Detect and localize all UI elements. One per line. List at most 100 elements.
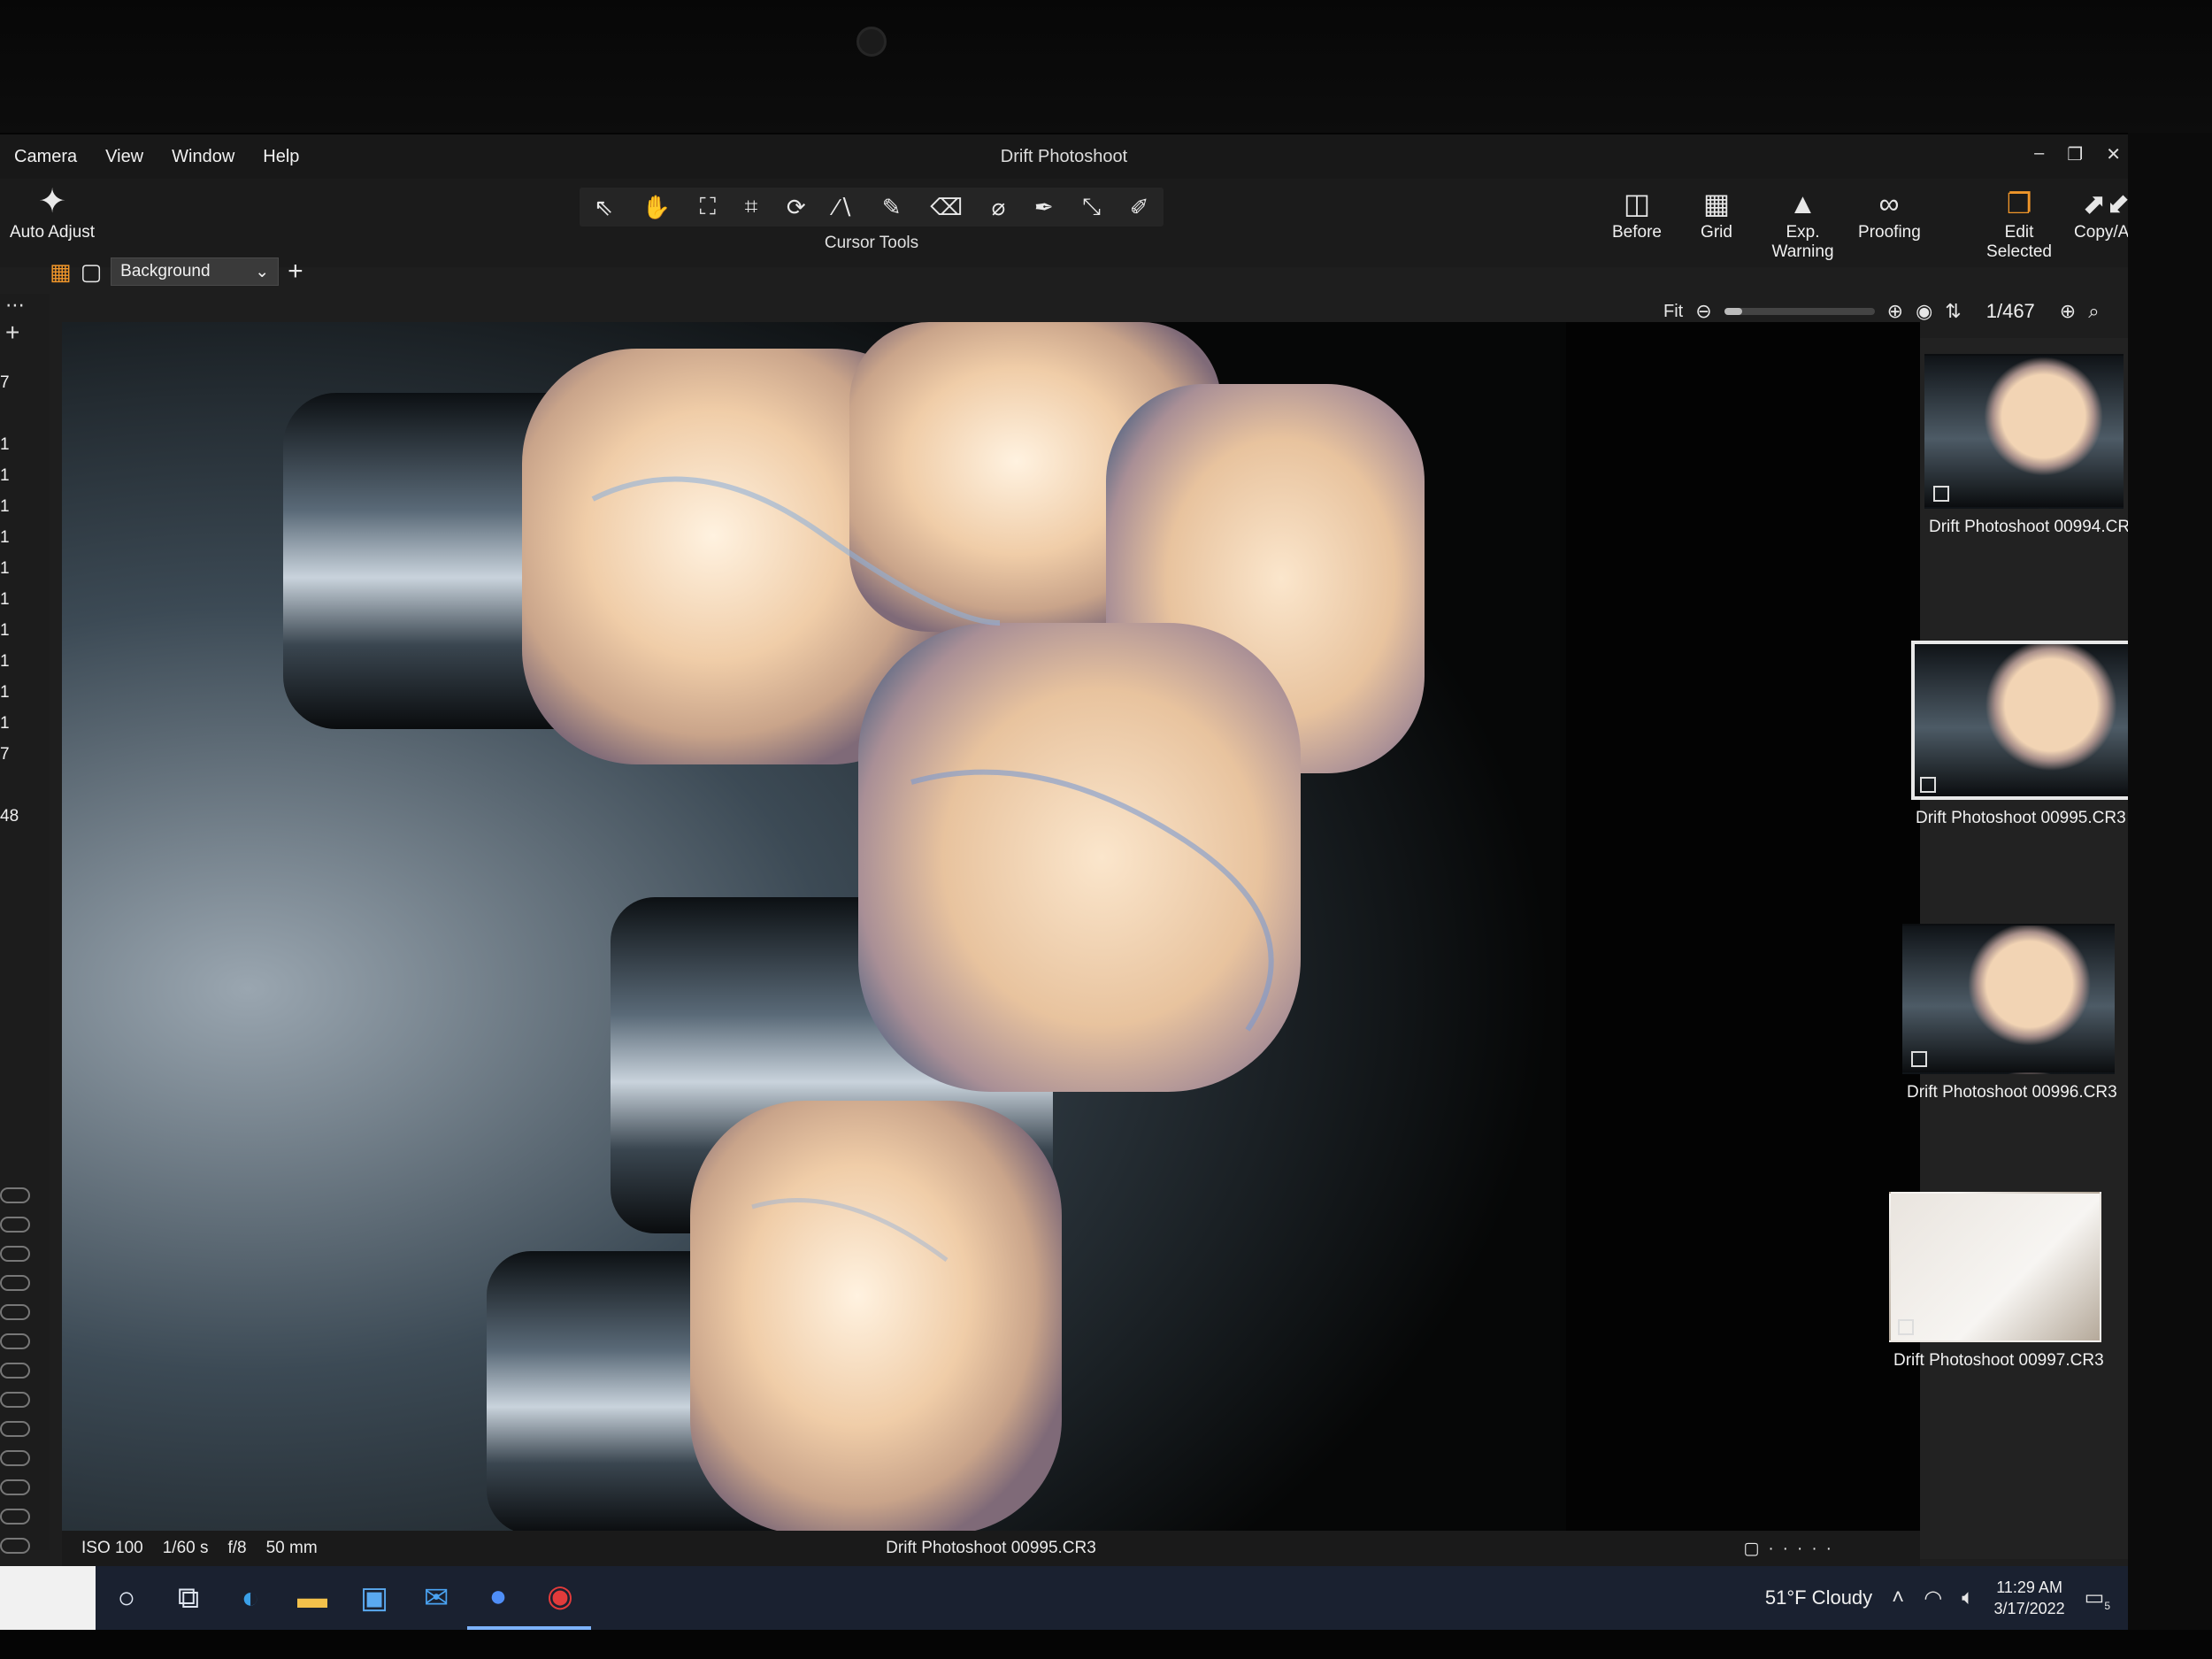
zoom-in-icon[interactable]: ⊕ — [1887, 300, 1903, 323]
mail-icon[interactable]: ✉ — [405, 1566, 467, 1630]
more-icon[interactable]: ⋯ — [5, 294, 25, 317]
brush-tool-icon[interactable]: ✎ — [882, 194, 902, 221]
search-icon[interactable]: ⌕ — [2088, 300, 2099, 323]
viewer-image — [62, 322, 1920, 1534]
single-view-icon[interactable]: ▢ — [81, 258, 103, 286]
left-strip-toggle[interactable] — [0, 1509, 30, 1525]
edit-selected-button[interactable]: ❐ Edit Selected — [1982, 184, 2056, 262]
thumbnail-checkbox[interactable] — [1933, 486, 1949, 502]
add-layer-icon[interactable]: + — [288, 257, 303, 287]
task-view-icon[interactable]: ⧉ — [157, 1566, 219, 1630]
filmstrip-thumbnail[interactable] — [1911, 641, 2128, 800]
cortana-icon[interactable]: ○ — [96, 1566, 157, 1630]
eye-icon[interactable]: ◉ — [1916, 300, 1932, 323]
filmstrip-thumbnail[interactable] — [1924, 354, 2124, 509]
layer-select[interactable]: Background ⌄ — [111, 257, 280, 286]
zoom-icon[interactable]: ⊕ — [2060, 300, 2076, 323]
pen-tool-icon[interactable]: ✒ — [1034, 194, 1054, 221]
filmstrip-thumbnail[interactable] — [1902, 924, 2115, 1074]
thumbnail-label: Drift Photoshoot 00996.CR3 — [1907, 1083, 2117, 1102]
close-button[interactable]: ✕ — [2106, 143, 2121, 165]
grid-button[interactable]: ▦ Grid — [1686, 184, 1747, 262]
chevron-up-icon[interactable]: ˄ — [1892, 1586, 1904, 1610]
zoom-slider[interactable] — [1724, 308, 1875, 315]
loupe-tool-icon[interactable]: ⛶ — [700, 193, 716, 221]
left-strip-toggle[interactable] — [0, 1450, 30, 1466]
left-strip-toggle[interactable] — [0, 1246, 30, 1262]
left-strip-value: 1 — [0, 559, 10, 578]
thumbnail-label: Drift Photoshoot 00997.CR3 — [1893, 1351, 2104, 1370]
left-strip-toggle[interactable] — [0, 1363, 30, 1379]
edge-browser-icon[interactable]: ◐ — [219, 1566, 281, 1630]
before-button[interactable]: ◫ Before — [1606, 184, 1668, 262]
menu-help[interactable]: Help — [249, 134, 313, 179]
weather-widget[interactable]: 51°F Cloudy — [1765, 1586, 1872, 1609]
exp-warning-button[interactable]: ▲ Exp. Warning — [1765, 184, 1840, 262]
pan-tool-icon[interactable]: ✋ — [642, 194, 671, 221]
left-strip-toggle[interactable] — [0, 1187, 30, 1203]
notification-count: 5 — [2104, 1599, 2110, 1612]
left-strip-toggle[interactable] — [0, 1333, 30, 1349]
windows-taskbar: ○ ⧉ ◐ ▬ ▣ ✉ ● ◉ 51°F Cloudy ˄ ◠ 🔈︎ 11:29… — [0, 1566, 2128, 1630]
thumbnail-checkbox[interactable] — [1898, 1319, 1914, 1335]
warning-icon: ▲ — [1788, 188, 1817, 219]
monitor-bezel-right — [2128, 133, 2212, 1659]
wifi-icon[interactable]: ◠ — [1924, 1586, 1942, 1611]
add-icon[interactable]: + — [5, 319, 19, 347]
left-strip-value: 48 — [0, 807, 19, 826]
thumbnail-checkbox[interactable] — [1920, 777, 1936, 793]
copy-apply-button[interactable]: ⬈⬋ Copy/Apply — [2074, 184, 2128, 262]
rating-dots[interactable]: ▢····· — [1743, 1539, 1840, 1559]
left-strip-toggle[interactable] — [0, 1304, 30, 1320]
menu-view[interactable]: View — [91, 134, 157, 179]
filmstrip: Drift Photoshoot 00994.CR3 Drift Photosho… — [1889, 338, 2128, 1559]
store-icon[interactable]: ▣ — [343, 1566, 405, 1630]
crop-tool-icon[interactable]: ⌗ — [745, 193, 758, 221]
left-strip-value: 1 — [0, 435, 10, 454]
select-tool-icon[interactable]: ⇖ — [594, 194, 613, 221]
annotate-tool-icon[interactable]: ✐ — [1130, 194, 1149, 221]
minimize-button[interactable]: – — [2034, 143, 2044, 165]
left-strip-value: 1 — [0, 466, 10, 485]
gradient-tool-icon[interactable]: ⌀ — [992, 194, 1006, 221]
thumbnail-checkbox[interactable] — [1911, 1051, 1927, 1067]
menu-camera[interactable]: Camera — [0, 134, 91, 179]
left-strip-toggle[interactable] — [0, 1538, 30, 1554]
filmstrip-thumbnail[interactable] — [1889, 1192, 2101, 1342]
eraser-tool-icon[interactable]: ⌫ — [930, 194, 963, 221]
edit-selected-label: Edit Selected — [1986, 223, 2052, 261]
thumbnail-label: Drift Photoshoot 00995.CR3 — [1916, 809, 2126, 827]
chevron-down-icon: ⌄ — [255, 262, 270, 281]
left-strip-toggle[interactable] — [0, 1421, 30, 1437]
capture-app-icon[interactable]: ◉ — [529, 1566, 591, 1630]
left-strip-value: 7 — [0, 745, 10, 764]
rotate-tool-icon[interactable]: ⟳ — [787, 194, 806, 221]
image-counter: 1/467 — [1985, 300, 2035, 322]
taskbar-search-box[interactable] — [0, 1566, 96, 1630]
volume-icon[interactable]: 🔈︎ — [1962, 1586, 1974, 1610]
picker-tool-icon[interactable]: ⤡ — [1082, 193, 1101, 221]
grid-view-icon[interactable]: ▦ — [50, 258, 72, 286]
left-strip-toggle[interactable] — [0, 1479, 30, 1495]
left-strip-value: 7 — [0, 373, 10, 392]
thumbnail-image — [1902, 924, 2115, 1074]
left-strip-toggle[interactable] — [0, 1392, 30, 1408]
auto-adjust-button[interactable]: ✦ Auto Adjust — [4, 180, 101, 242]
fit-label[interactable]: Fit — [1663, 302, 1683, 322]
file-explorer-icon[interactable]: ▬ — [281, 1566, 343, 1630]
left-strip-toggle[interactable] — [0, 1275, 30, 1291]
left-strip-toggle[interactable] — [0, 1217, 30, 1233]
app-title: Drift Photoshoot — [1000, 147, 1128, 166]
menu-window[interactable]: Window — [157, 134, 249, 179]
zoom-out-icon[interactable]: ⊖ — [1695, 300, 1711, 323]
keystone-tool-icon[interactable]: ∕∖ — [834, 194, 853, 221]
restore-button[interactable]: ❐ — [2067, 143, 2083, 165]
image-viewer[interactable] — [62, 322, 1920, 1534]
left-strip-value: 1 — [0, 497, 10, 516]
before-label: Before — [1612, 223, 1662, 242]
proofing-button[interactable]: ∞ Proofing — [1858, 184, 1921, 262]
password-manager-icon[interactable]: ● — [467, 1566, 529, 1630]
sort-icon[interactable]: ⇅ — [1945, 300, 1961, 323]
clock[interactable]: 11:29 AM 3/17/2022 — [1994, 1577, 2065, 1619]
notification-icon[interactable]: ▭5 — [2085, 1585, 2110, 1612]
